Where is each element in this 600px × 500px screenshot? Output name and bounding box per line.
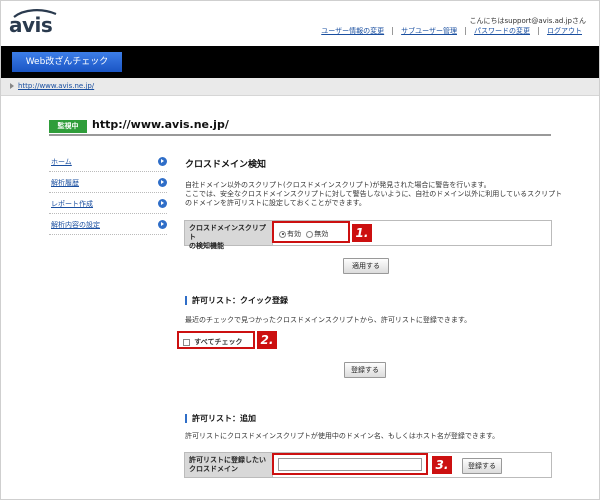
breadcrumb: http://www.avis.ne.jp/ bbox=[0, 78, 600, 96]
sidebar-item-history[interactable]: 解析履歴 bbox=[49, 173, 167, 193]
detect-setting-label: クロスドメインスクリプト の検知機能 bbox=[185, 221, 273, 250]
nav-bar: Web改ざんチェック bbox=[0, 46, 600, 78]
add-desc: 許可リストにクロスドメインスクリプトが使用中のドメイン名、もしくはホスト名が登録… bbox=[185, 432, 500, 440]
marker-2: 2. bbox=[257, 331, 277, 349]
label-line: クロスドメイン bbox=[189, 465, 238, 473]
header-links: ユーザー情報の変更 サブユーザー管理 パスワードの変更 ログアウト bbox=[313, 27, 590, 35]
breadcrumb-link[interactable]: http://www.avis.ne.jp/ bbox=[18, 82, 94, 90]
add-title: 許可リスト：追加 bbox=[185, 414, 256, 423]
greeting-text: こんにちはsupport@avis.ad.jpさん bbox=[469, 17, 586, 25]
label-line: クロスドメインスクリプト bbox=[189, 224, 266, 241]
apply-button[interactable]: 適用する bbox=[343, 258, 389, 274]
sidebar-item-label[interactable]: 解析履歴 bbox=[51, 178, 79, 188]
sidebar-item-label[interactable]: 解析内容の設定 bbox=[51, 220, 100, 230]
highlight-box-3 bbox=[272, 453, 428, 475]
radio-disabled-label: 無効 bbox=[314, 230, 329, 238]
quick-register-button[interactable]: 登録する bbox=[344, 362, 386, 378]
check-all-checkbox[interactable] bbox=[183, 338, 190, 346]
arrow-circle-icon bbox=[158, 178, 167, 187]
marker-1: 1. bbox=[352, 224, 372, 242]
link-user-info[interactable]: ユーザー情報の変更 bbox=[313, 27, 392, 35]
radio-disabled[interactable] bbox=[306, 230, 314, 238]
quick-register-desc: 最近のチェックで見つかったクロスドメインスクリプトから、許可リストに登録できます… bbox=[185, 316, 472, 324]
label-line: の検知機能 bbox=[189, 242, 224, 250]
add-register-button[interactable]: 登録する bbox=[462, 458, 502, 474]
arrow-circle-icon bbox=[158, 199, 167, 208]
arrow-circle-icon bbox=[158, 157, 167, 166]
avis-logo[interactable]: avis bbox=[6, 8, 58, 38]
domain-input[interactable] bbox=[278, 458, 422, 471]
description-line: ここでは、安全なクロスドメインスクリプトに対して警告しないように、自社のドメイン… bbox=[185, 190, 563, 198]
sidebar-item-label[interactable]: レポート作成 bbox=[51, 199, 93, 209]
link-sub-user[interactable]: サブユーザー管理 bbox=[392, 27, 465, 35]
page-title: http://www.avis.ne.jp/ bbox=[92, 118, 229, 131]
radio-enabled-label: 有効 bbox=[287, 230, 301, 238]
link-password[interactable]: パスワードの変更 bbox=[465, 27, 538, 35]
highlight-box-1: 有効 無効 bbox=[272, 221, 350, 243]
label-line: 許可リストに登録したい bbox=[189, 456, 266, 464]
sidebar-item-report[interactable]: レポート作成 bbox=[49, 194, 167, 214]
section-title: クロスドメイン検知 bbox=[185, 160, 267, 170]
highlight-box-2: すべてチェック bbox=[177, 331, 255, 349]
quick-register-title: 許可リスト：クイック登録 bbox=[185, 296, 288, 305]
marker-3: 3. bbox=[432, 456, 452, 474]
arrow-circle-icon bbox=[158, 220, 167, 229]
description-line: のドメインを許可リストに設定しておくことができます。 bbox=[185, 199, 366, 207]
header: avis こんにちはsupport@avis.ad.jpさん ユーザー情報の変更… bbox=[0, 0, 600, 46]
sidebar-item-settings[interactable]: 解析内容の設定 bbox=[49, 215, 167, 235]
chevron-right-icon bbox=[10, 83, 14, 89]
status-badge: 監視中 bbox=[49, 120, 87, 133]
title-divider bbox=[49, 134, 551, 136]
description-line: 自社ドメイン以外のスクリプト(クロスドメインスクリプト)が発見された場合に警告を… bbox=[185, 181, 491, 189]
link-logout[interactable]: ログアウト bbox=[538, 27, 590, 35]
radio-enabled[interactable] bbox=[279, 230, 286, 238]
sidebar-item-home[interactable]: ホーム bbox=[49, 152, 167, 172]
tab-web-check[interactable]: Web改ざんチェック bbox=[12, 52, 122, 72]
add-domain-label: 許可リストに登録したい クロスドメイン bbox=[185, 453, 273, 477]
logo-text: avis bbox=[9, 13, 53, 37]
check-all-label: すべてチェック bbox=[194, 338, 243, 346]
sidebar-item-label[interactable]: ホーム bbox=[51, 157, 72, 167]
